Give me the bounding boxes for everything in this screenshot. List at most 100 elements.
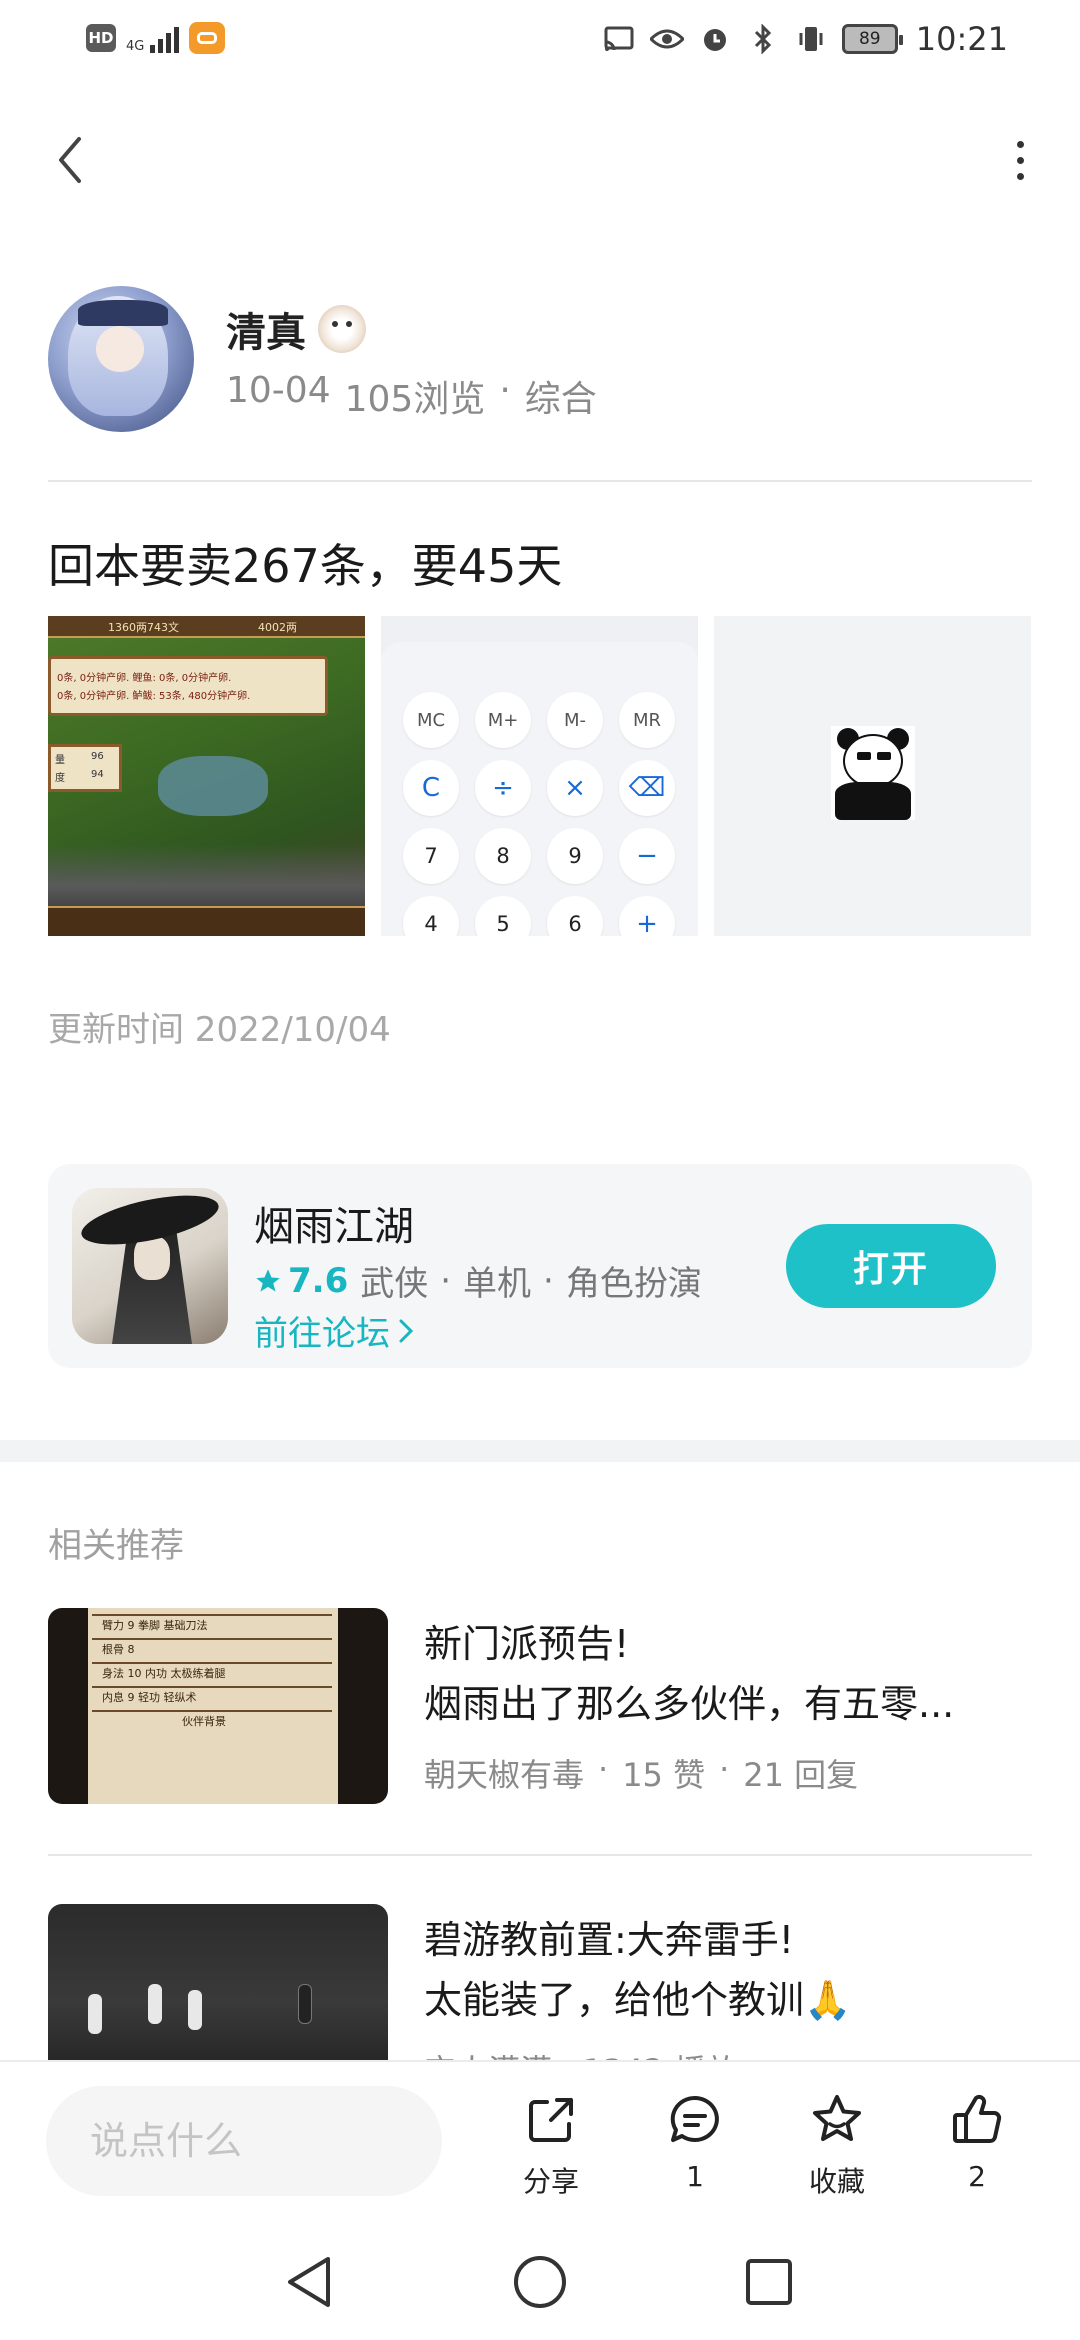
nav-home-icon (514, 2256, 566, 2308)
more-vertical-icon (1016, 140, 1024, 148)
divider (48, 480, 1032, 482)
game-name: 烟雨江湖 (254, 1204, 414, 1250)
calculator-key: 9 (547, 828, 603, 884)
related-item[interactable]: 臂力 9 拳脚 基础刀法 根骨 8 身法 10 内功 太极练着腿 内息 9 轻功… (48, 1608, 1032, 1804)
clock: 10:21 (915, 20, 1008, 58)
game-card[interactable]: 烟雨江湖 7.6 武侠 · 单机 · 角色扮演 前往论坛 打开 (48, 1164, 1032, 1368)
nav-back-button[interactable] (274, 2250, 344, 2314)
hd-badge: HD (86, 24, 116, 52)
related-author: 朝天椒有毒 (424, 1756, 585, 1794)
related-replies: 21 回复 (743, 1756, 859, 1794)
share-label: 分享 (522, 2165, 579, 2198)
status-bar: HD 4G 89 10:21 (0, 0, 1080, 80)
favorite-star-icon (807, 2090, 867, 2150)
battery-indicator: 89 (841, 24, 903, 54)
game-rating: 7.6 (254, 1261, 348, 1301)
image-text: 96 (91, 751, 104, 762)
share-icon (521, 2090, 581, 2150)
image-text: 量 (55, 755, 65, 766)
image-text: 1360两743文 (108, 621, 179, 634)
calculator-key: M- (547, 692, 603, 748)
post-image-meme[interactable] (714, 616, 1031, 936)
thumb-text: 内息 9 轻功 轻纵术 (102, 1691, 197, 1704)
forum-link[interactable]: 前往论坛 (254, 1306, 414, 1355)
nav-home-button[interactable] (505, 2250, 575, 2314)
comment-input[interactable] (46, 2086, 442, 2196)
tag-separator: · (543, 1260, 554, 1301)
like-count: 2 (968, 2160, 986, 2193)
open-game-button[interactable]: 打开 (786, 1224, 996, 1308)
game-tag: 单机 (463, 1264, 532, 1304)
calculator-key: 8 (475, 828, 531, 884)
post-image-calculator[interactable]: MC M+ M- MR C ÷ × ⌫ 7 8 9− 4 5 6 + (381, 616, 698, 936)
meta-separator: · (499, 370, 511, 411)
calculator-key: 7 (403, 828, 459, 884)
cast-icon (602, 22, 636, 56)
game-meta: 7.6 武侠 · 单机 · 角色扮演 (254, 1256, 702, 1305)
related-line2: 太能装了，给他个教训🙏 (424, 1978, 852, 2022)
chevron-left-icon (59, 137, 81, 183)
meta-separator: · (598, 1750, 609, 1788)
avatar[interactable] (48, 286, 194, 432)
like-button[interactable]: 2 (922, 2090, 1032, 2210)
thumb-text: 根骨 8 (102, 1643, 135, 1656)
related-meta: 朝天椒有毒 · 15 赞 · 21 回复 (424, 1750, 858, 1796)
back-button[interactable] (40, 130, 100, 190)
eye-icon (649, 22, 684, 56)
thumb-text: 臂力 9 拳脚 基础刀法 (102, 1619, 208, 1632)
related-title: 相关推荐 (48, 1526, 184, 1566)
chevron-right-icon (399, 1319, 414, 1342)
panda-meme-icon (831, 726, 915, 820)
calculator-key: MC (403, 692, 459, 748)
calculator-key: C (403, 760, 459, 816)
gamepad-icon (189, 22, 226, 54)
tag-separator: · (440, 1260, 452, 1301)
calculator-key: 4 (403, 896, 459, 936)
comment-icon (665, 2090, 725, 2150)
related-text: 碧游教前置:大奔雷手! 太能装了，给他个教训🙏 (424, 1910, 1032, 2030)
star-icon (256, 1268, 280, 1291)
calculator-key: 6 (547, 896, 603, 936)
section-divider (0, 1440, 1080, 1462)
image-text: 0条, 0分钟产卵. 鲤鱼: 0条, 0分钟产卵. (57, 673, 232, 684)
favorite-button[interactable]: 收藏 (782, 2090, 892, 2210)
game-icon[interactable] (72, 1188, 228, 1344)
favorite-label: 收藏 (808, 2165, 865, 2198)
nav-recents-icon (746, 2259, 792, 2305)
nav-recents-button[interactable] (734, 2250, 804, 2314)
game-tag: 角色扮演 (565, 1264, 702, 1304)
network-type: 4G (126, 39, 145, 54)
more-options-button[interactable] (1000, 130, 1040, 190)
calculator-key: − (619, 828, 675, 884)
post-meta: 10-04 105浏览 · 综合 (226, 370, 597, 422)
top-app-bar (0, 120, 1080, 210)
forum-link-label: 前往论坛 (254, 1314, 390, 1354)
share-button[interactable]: 分享 (496, 2090, 606, 2210)
calculator-keypad: MC M+ M- MR C ÷ × ⌫ 7 8 9− 4 5 6 + (403, 692, 675, 936)
post-title: 回本要卖267条，要45天 (48, 539, 563, 593)
calculator-key: + (619, 896, 675, 936)
calculator-key: M+ (475, 692, 531, 748)
post-date: 10-04 (226, 370, 331, 411)
comment-button[interactable]: 1 (640, 2090, 750, 2210)
post-image-game[interactable]: 1360两743文 4002两 0条, 0分钟产卵. 鲤鱼: 0条, 0分钟产卵… (48, 616, 365, 936)
related-text: 新门派预告! 烟雨出了那么多伙伴，有五零... (424, 1614, 1032, 1734)
author-name[interactable]: 清真 (226, 300, 306, 358)
status-left: HD 4G (86, 22, 226, 54)
bluetooth-icon (746, 22, 780, 56)
related-likes: 15 赞 (622, 1756, 706, 1794)
bottom-action-bar: 分享 1 收藏 2 (0, 2060, 1080, 2222)
game-tag: 武侠 (360, 1264, 429, 1304)
post-category[interactable]: 综合 (525, 370, 597, 422)
post-image-grid: 1360两743文 4002两 0条, 0分钟产卵. 鲤鱼: 0条, 0分钟产卵… (48, 616, 1032, 936)
author-name-row: 清真 (226, 300, 366, 358)
nav-back-icon (288, 2257, 330, 2307)
comment-count: 1 (686, 2160, 704, 2193)
system-nav-bar (0, 2222, 1080, 2340)
update-time: 更新时间 2022/10/04 (48, 1010, 391, 1050)
view-count: 105浏览 (344, 379, 486, 420)
rating-value: 7.6 (288, 1260, 349, 1301)
calculator-key: ⌫ (619, 760, 675, 816)
image-text: 4002两 (258, 621, 297, 634)
signal-icon: 4G (126, 23, 180, 54)
